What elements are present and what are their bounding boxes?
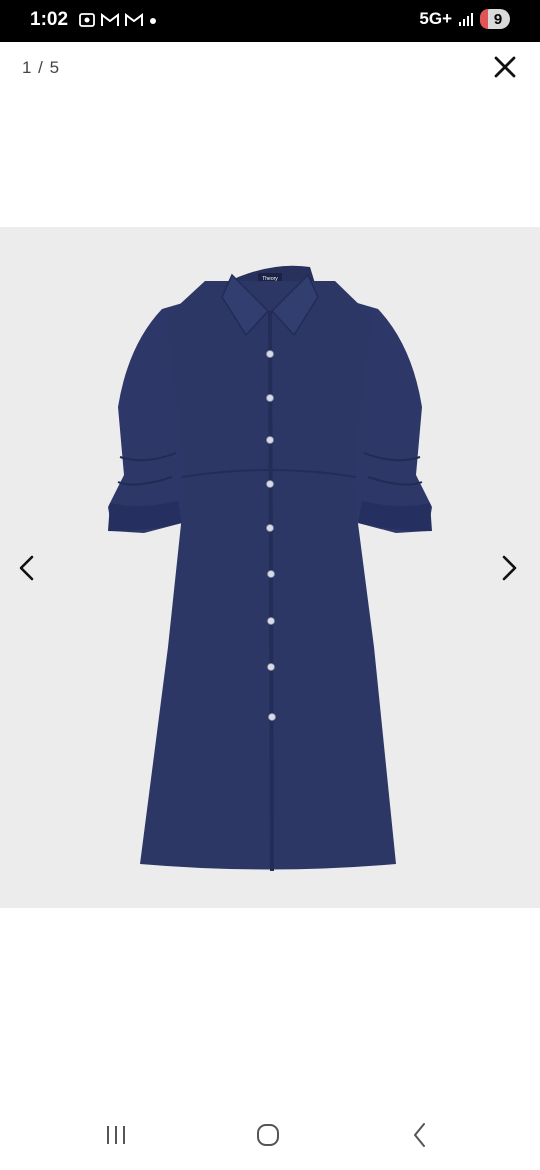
close-button[interactable] xyxy=(488,50,522,84)
system-icons: 5G+ 9 xyxy=(419,9,510,29)
recents-icon xyxy=(107,1126,125,1144)
gmail-icon xyxy=(101,13,119,26)
product-image: Theory xyxy=(108,265,432,871)
back-button[interactable] xyxy=(400,1120,440,1150)
brand-label: Theory xyxy=(262,276,278,282)
signal-icon xyxy=(459,13,473,26)
home-icon xyxy=(257,1124,279,1146)
chevron-left-icon xyxy=(19,555,34,581)
previous-image-button[interactable] xyxy=(12,553,42,583)
page-counter: 1 / 5 xyxy=(22,58,61,77)
close-icon xyxy=(494,56,516,78)
chevron-right-icon xyxy=(502,555,517,581)
image-stage[interactable]: Theory xyxy=(0,227,540,908)
system-nav-bar xyxy=(0,1100,540,1170)
battery-level: 9 xyxy=(493,10,503,28)
gmail-icon xyxy=(125,13,143,26)
notification-icons xyxy=(78,11,158,29)
recents-button[interactable] xyxy=(96,1120,136,1150)
network-type: 5G+ xyxy=(419,9,452,28)
battery-icon: 9 xyxy=(480,9,510,29)
home-button[interactable] xyxy=(248,1120,288,1150)
status-time: 1:02 xyxy=(30,9,69,30)
back-icon xyxy=(414,1123,425,1147)
next-image-button[interactable] xyxy=(494,553,524,583)
viewer-header: 1 / 5 xyxy=(0,42,540,92)
screenshot-icon xyxy=(79,13,95,27)
status-bar: 1:02 5G+ 9 xyxy=(0,0,540,42)
dot-icon xyxy=(150,18,156,24)
